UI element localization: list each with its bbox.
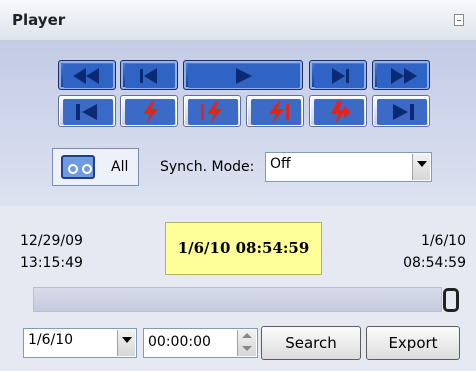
event-forward-icon (251, 99, 301, 125)
panel-title: Player (12, 11, 66, 29)
event-next-button[interactable] (309, 95, 367, 127)
play-button[interactable] (183, 60, 303, 90)
jump-first-icon (63, 99, 113, 125)
event-previous-button[interactable] (120, 95, 178, 127)
timeline-track[interactable] (33, 287, 442, 312)
start-date: 12/29/09 (20, 233, 83, 249)
source-selector[interactable]: All (52, 148, 139, 186)
end-datetime: 1/6/10 08:54:59 (376, 230, 466, 274)
jump-last-icon (377, 99, 427, 125)
sync-mode-dropdown[interactable]: Off (265, 152, 432, 182)
search-button[interactable]: Search (261, 326, 361, 360)
cassette-icon (61, 155, 95, 179)
jump-last-button[interactable] (372, 95, 430, 127)
pin-icon[interactable] (454, 14, 464, 26)
end-time: 08:54:59 (403, 255, 466, 271)
sync-mode-label: Synch. Mode: (160, 159, 255, 175)
player-panel: Player All Synch. Mode: Off 12/29/09 13:… (0, 0, 476, 371)
fast-rewind-icon (63, 64, 113, 88)
export-button[interactable]: Export (366, 326, 460, 360)
date-value: 1/6/10 (28, 332, 74, 348)
skip-to-start-button[interactable] (120, 60, 178, 90)
start-datetime: 12/29/09 13:15:49 (20, 230, 83, 274)
source-label: All (111, 159, 129, 175)
fast-forward-button[interactable] (372, 60, 430, 90)
time-spinner[interactable]: 00:00:00 (143, 328, 258, 358)
fast-rewind-button[interactable] (58, 60, 116, 90)
title-bar: Player (0, 0, 476, 41)
skip-to-end-button[interactable] (309, 60, 367, 90)
fast-forward-icon (377, 64, 427, 88)
event-next-icon (314, 99, 364, 125)
date-picker[interactable]: 1/6/10 (23, 328, 137, 358)
jump-first-button[interactable] (58, 95, 116, 127)
start-time: 13:15:49 (20, 255, 83, 271)
event-bolt-icon (125, 99, 175, 125)
skip-end-icon (314, 64, 364, 88)
play-icon (188, 64, 300, 88)
event-forward-button[interactable] (246, 95, 304, 127)
event-back-icon (188, 99, 238, 125)
time-value: 00:00:00 (148, 334, 211, 350)
sync-mode-value: Off (270, 156, 291, 172)
event-back-button[interactable] (183, 95, 241, 127)
spinner-arrows-icon[interactable] (237, 330, 256, 356)
current-datetime: 1/6/10 08:54:59 (165, 222, 322, 275)
calendar-dropdown-icon[interactable] (117, 330, 135, 356)
timeline-slider-handle[interactable] (443, 288, 459, 312)
end-date: 1/6/10 (420, 233, 466, 249)
skip-start-icon (125, 64, 175, 88)
chevron-down-icon[interactable] (412, 154, 430, 180)
